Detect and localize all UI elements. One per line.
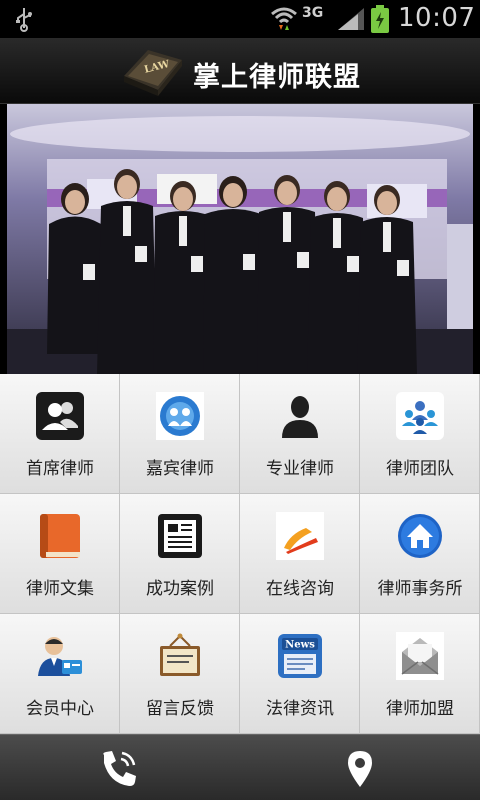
network-type: 3G — [302, 5, 324, 21]
menu-item-label: 留言反馈 — [146, 699, 214, 719]
menu-item-label: 成功案例 — [146, 579, 214, 599]
menu-item-label: 律师事务所 — [377, 579, 463, 599]
menu-item-chief-lawyer[interactable]: 首席律师 — [0, 374, 120, 494]
banner-image — [7, 104, 473, 374]
menu-item-label: 律师文集 — [26, 579, 94, 599]
law-book-logo-icon: LAW — [124, 50, 182, 96]
bottom-action-bar — [0, 734, 480, 800]
banner-carousel[interactable] — [7, 104, 473, 374]
menu-item-online-consult[interactable]: 在线咨询 — [240, 494, 360, 614]
menu-item-law-firm[interactable]: 律师事务所 — [360, 494, 480, 614]
menu-item-label: 律师加盟 — [386, 699, 454, 719]
menu-item-guest-lawyer[interactable]: 嘉宾律师 — [120, 374, 240, 494]
menu-item-label: 嘉宾律师 — [146, 459, 214, 479]
menu-item-label: 专业律师 — [266, 459, 334, 479]
menu-item-label: 首席律师 — [26, 459, 94, 479]
signal-strength-icon — [338, 8, 364, 30]
status-bar: 3G 10:07 — [0, 0, 480, 38]
battery-icon — [371, 5, 389, 33]
location-button[interactable] — [240, 735, 480, 800]
team-icon — [396, 392, 444, 440]
person-silhouette-icon — [282, 396, 318, 438]
menu-item-label: 律师团队 — [386, 459, 454, 479]
page-title: 掌上律师联盟 — [193, 62, 361, 93]
menu-item-label: 会员中心 — [26, 699, 94, 719]
envelope-join-icon — [396, 632, 444, 680]
menu-item-lawyer-team[interactable]: 律师团队 — [360, 374, 480, 494]
contacts-icon — [36, 392, 84, 440]
svg-text:News: News — [285, 640, 315, 651]
menu-item-lawyer-join[interactable]: 律师加盟 — [360, 614, 480, 734]
app-header: LAW 掌上律师联盟 — [0, 38, 480, 104]
wifi-icon — [271, 7, 297, 30]
message-board-icon — [160, 633, 200, 676]
call-button[interactable] — [0, 735, 240, 800]
news-icon: News — [278, 634, 322, 678]
chat-pen-icon — [276, 512, 324, 560]
menu-item-member-center[interactable]: 会员中心 — [0, 614, 120, 734]
menu-item-label: 在线咨询 — [266, 579, 334, 599]
phone-icon — [103, 751, 136, 786]
menu-item-success-cases[interactable]: 成功案例 — [120, 494, 240, 614]
main-menu-grid: 首席律师 嘉宾律师 专业律师 律师团队 律师文集 成功案例 在线咨询 律师事务所… — [0, 374, 480, 734]
usb-icon — [16, 8, 32, 32]
member-card-icon — [38, 637, 82, 676]
home-icon — [398, 514, 442, 558]
menu-item-message-feedback[interactable]: 留言反馈 — [120, 614, 240, 734]
guest-people-icon — [156, 392, 204, 440]
map-pin-icon — [348, 751, 372, 787]
menu-item-label: 法律资讯 — [266, 699, 334, 719]
menu-item-legal-news[interactable]: News 法律资讯 — [240, 614, 360, 734]
book-icon — [40, 514, 80, 558]
menu-item-professional-lawyer[interactable]: 专业律师 — [240, 374, 360, 494]
menu-item-lawyer-essays[interactable]: 律师文集 — [0, 494, 120, 614]
clock: 10:07 — [398, 3, 476, 33]
document-frame-icon — [158, 514, 202, 558]
